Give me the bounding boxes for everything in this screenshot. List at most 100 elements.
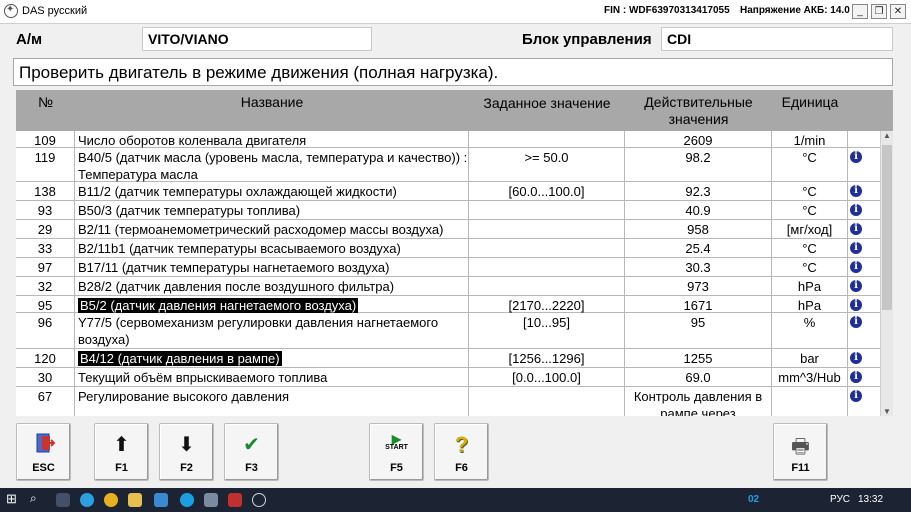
info-icon[interactable]: i xyxy=(850,223,862,235)
scroll-up-icon[interactable]: ▲ xyxy=(883,131,891,140)
row-info-cell: i xyxy=(848,296,880,312)
row-number: 97 xyxy=(37,260,53,275)
f2-button[interactable]: ⬇ F2 xyxy=(159,423,214,481)
task-view-icon[interactable] xyxy=(56,493,70,507)
info-icon[interactable]: i xyxy=(850,371,862,383)
title-bar: DAS русский FIN : WDF63970313417055 Напр… xyxy=(0,0,911,24)
info-icon[interactable]: i xyxy=(850,280,862,292)
row-actual-value-cell: 1255 xyxy=(625,349,772,367)
table-row[interactable]: 30 Текущий объём впрыскиваемого топлива [0… xyxy=(16,368,880,387)
table-row[interactable]: 32 B28/2 (датчик давления после воздушног… xyxy=(16,277,880,296)
row-spec-value-cell xyxy=(469,201,625,219)
start-menu-icon[interactable]: ⊞ xyxy=(6,491,20,506)
info-icon[interactable]: i xyxy=(850,299,862,311)
row-actual-value: 1255 xyxy=(683,351,713,366)
table-row[interactable]: 33 B2/11b1 (датчик температуры всасываемо… xyxy=(16,239,880,258)
folder-icon[interactable] xyxy=(128,493,142,507)
row-name: Регулирование высокого давления xyxy=(78,389,290,404)
das-icon[interactable] xyxy=(228,493,242,507)
f3-button[interactable]: ✔ F3 xyxy=(224,423,279,481)
row-number-cell: 93 xyxy=(16,201,75,219)
row-name-cell: B4/12 (датчик давления в рампе) xyxy=(75,349,469,367)
table-scrollbar[interactable]: ▲ ▼ xyxy=(880,131,893,416)
info-icon[interactable]: i xyxy=(850,151,862,163)
info-icon[interactable]: i xyxy=(850,316,862,328)
table-row[interactable]: 119 B40/5 (датчик масла (уровень масла, т… xyxy=(16,148,880,182)
row-unit: mm^3/Hub xyxy=(778,370,841,385)
row-unit: °C xyxy=(802,260,817,275)
store-icon[interactable] xyxy=(154,493,168,507)
esc-button[interactable]: ESC xyxy=(16,423,71,481)
row-unit: °C xyxy=(802,241,817,256)
scroll-down-icon[interactable]: ▼ xyxy=(883,407,891,416)
table-row[interactable]: 95 B5/2 (датчик давления нагнетаемого воз… xyxy=(16,296,880,313)
table-row[interactable]: 97 B17/11 (датчик температуры нагнетаемог… xyxy=(16,258,880,277)
table-row[interactable]: 29 B2/11 (термоанемометрический расходоме… xyxy=(16,220,880,239)
row-actual-value-cell: 2609 xyxy=(625,131,772,148)
row-actual-value: 958 xyxy=(687,222,709,237)
minimize-button[interactable]: _ xyxy=(852,4,868,19)
row-number-cell: 138 xyxy=(16,182,75,200)
chrome-icon[interactable] xyxy=(104,493,118,507)
row-unit: % xyxy=(803,315,816,330)
telegram-icon[interactable] xyxy=(80,493,94,507)
row-name: B17/11 (датчик температуры нагнетаемого … xyxy=(78,260,390,275)
close-button[interactable]: ✕ xyxy=(890,4,906,19)
skype-icon[interactable] xyxy=(180,493,194,507)
row-actual-value-cell: 1671 xyxy=(625,296,772,313)
row-spec-value: [0.0...100.0] xyxy=(512,370,581,385)
info-icon[interactable]: i xyxy=(850,204,862,216)
row-spec-value-cell: [60.0...100.0] xyxy=(469,182,625,200)
row-number: 109 xyxy=(34,133,56,148)
row-number: 93 xyxy=(37,203,53,218)
row-spec-value-cell xyxy=(469,258,625,276)
row-actual-value-cell: 958 xyxy=(625,220,772,238)
info-icon[interactable]: i xyxy=(850,185,862,197)
search-icon[interactable]: ⌕ xyxy=(30,491,44,505)
f1-button[interactable]: ⬆ F1 xyxy=(94,423,149,481)
table-row[interactable]: 67 Регулирование высокого давления Контрол… xyxy=(16,387,880,416)
row-number: 96 xyxy=(37,315,53,330)
row-number: 33 xyxy=(37,241,53,256)
values-table: 109 Число оборотов коленвала двигателя 260… xyxy=(16,131,880,416)
restore-button[interactable]: ❐ xyxy=(871,4,887,19)
row-actual-value-cell: 92.3 xyxy=(625,182,772,200)
row-number-cell: 96 xyxy=(16,313,75,348)
row-unit-cell: hPa xyxy=(772,296,848,313)
row-number: 29 xyxy=(37,222,53,237)
table-row[interactable]: 96 Y77/5 (сервомеханизм регулировки давле… xyxy=(16,313,880,349)
info-icon[interactable]: i xyxy=(850,261,862,273)
language-indicator[interactable]: РУС xyxy=(830,494,850,505)
row-spec-value-cell: [1256...1296] xyxy=(469,349,625,367)
scroll-thumb[interactable] xyxy=(882,145,892,310)
info-icon[interactable]: i xyxy=(850,390,862,402)
checkmark-icon: ✔ xyxy=(243,434,260,456)
row-actual-value: 2609 xyxy=(683,133,713,148)
row-unit-cell: hPa xyxy=(772,277,848,295)
row-unit-cell: % xyxy=(772,313,848,348)
table-row[interactable]: 120 B4/12 (датчик давления в рампе) [1256.… xyxy=(16,349,880,368)
printer-icon: 🖶 xyxy=(791,436,810,458)
row-actual-value-cell: 40.9 xyxy=(625,201,772,219)
table-row[interactable]: 138 B11/2 (датчик температуры охлаждающей… xyxy=(16,182,880,201)
table-row[interactable]: 93 B50/3 (датчик температуры топлива) 40.9… xyxy=(16,201,880,220)
row-info-cell: i xyxy=(848,148,880,181)
help-icon: ? xyxy=(454,432,469,457)
row-number-cell: 95 xyxy=(16,296,75,313)
row-spec-value-cell: [0.0...100.0] xyxy=(469,368,625,386)
row-spec-value-cell: >= 50.0 xyxy=(469,148,625,181)
row-actual-value-cell: 95 xyxy=(625,313,772,348)
f11-button[interactable]: 🖶 F11 xyxy=(773,423,828,481)
f6-button[interactable]: ? F6 xyxy=(434,423,489,481)
info-icon[interactable]: i xyxy=(850,352,862,364)
info-icon[interactable]: i xyxy=(850,242,862,254)
app-icon[interactable] xyxy=(204,493,218,507)
row-name-cell: B50/3 (датчик температуры топлива) xyxy=(75,201,469,219)
mercedes-icon[interactable] xyxy=(252,493,266,507)
row-unit-cell: °C xyxy=(772,148,848,181)
row-spec-value: [60.0...100.0] xyxy=(508,184,585,199)
table-row[interactable]: 109 Число оборотов коленвала двигателя 260… xyxy=(16,131,880,148)
clock[interactable]: 13:32 xyxy=(858,494,883,505)
row-number: 138 xyxy=(34,184,56,199)
f5-button[interactable]: ▶ START F5 xyxy=(369,423,424,481)
